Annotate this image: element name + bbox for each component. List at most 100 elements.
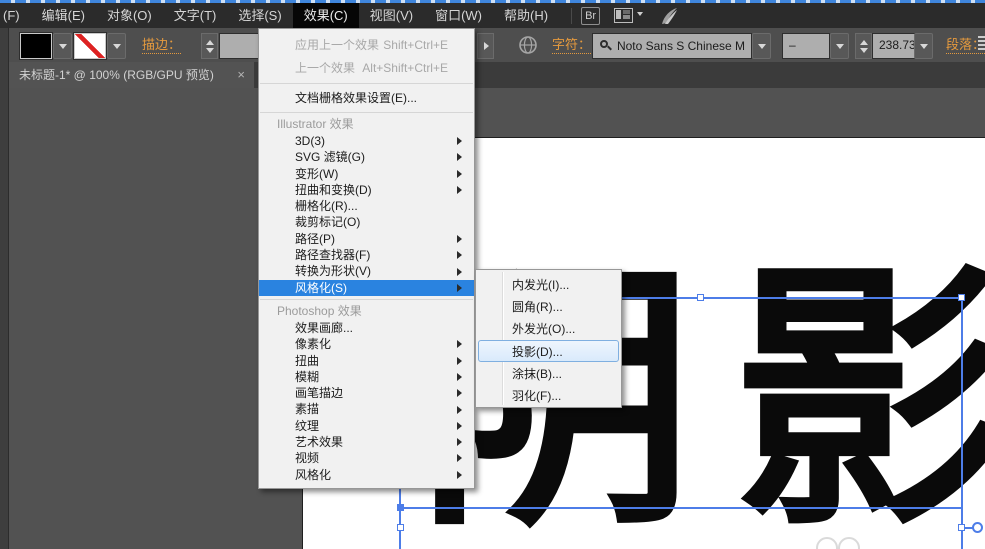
menu-window[interactable]: 窗口(W): [424, 3, 493, 28]
menu-item-stylize-ps[interactable]: 风格化: [259, 467, 474, 483]
text-anchor-point[interactable]: [397, 504, 404, 511]
fill-color-swatch[interactable]: [20, 33, 52, 59]
menu-effect[interactable]: 效果(C): [293, 3, 359, 28]
menu-help[interactable]: 帮助(H): [493, 3, 559, 28]
font-size-dropdown[interactable]: [914, 33, 933, 59]
submenu-arrow-icon: [457, 471, 466, 479]
stroke-color-swatch[interactable]: [74, 33, 106, 59]
stroke-weight-stepper[interactable]: [201, 33, 218, 59]
workspace-icon: [614, 8, 633, 23]
font-size-stepper[interactable]: [855, 33, 872, 59]
menu-item-3d[interactable]: 3D(3): [259, 133, 474, 149]
menu-view[interactable]: 视图(V): [359, 3, 424, 28]
menu-separator: [260, 112, 473, 113]
menu-item-apply-last-effect: 应用上一个效果 Shift+Ctrl+E: [259, 34, 474, 57]
menu-item-texture[interactable]: 纹理: [259, 418, 474, 434]
bridge-button[interactable]: Br: [581, 7, 600, 25]
font-style-field[interactable]: –: [782, 33, 830, 59]
chevron-down-icon: [758, 44, 766, 53]
effect-menu-panel: 应用上一个效果 Shift+Ctrl+E 上一个效果 Alt+Shift+Ctr…: [258, 28, 475, 489]
menubar: (F) 编辑(E) 对象(O) 文字(T) 选择(S) 效果(C) 视图(V) …: [0, 3, 985, 28]
menu-item-artistic[interactable]: 艺术效果: [259, 434, 474, 450]
close-icon[interactable]: ×: [237, 62, 245, 88]
stylize-submenu-panel: 内发光(I)... 圆角(R)... 外发光(O)... 投影(D)... 涂抹…: [475, 269, 622, 408]
submenu-arrow-icon: [457, 137, 466, 145]
selection-handle-top-mid[interactable]: [697, 294, 704, 301]
shortcut: Alt+Shift+Ctrl+E: [362, 57, 448, 80]
selection-handle-left[interactable]: [397, 524, 404, 531]
menu-item-crop-marks[interactable]: 裁剪标记(O): [259, 214, 474, 230]
submenu-item-scribble[interactable]: 涂抹(B)...: [478, 362, 619, 384]
menu-item-rasterize[interactable]: 栅格化(R)...: [259, 198, 474, 214]
submenu-arrow-icon: [457, 186, 466, 194]
text-baseline: [400, 507, 962, 509]
menu-group-illustrator-effects: Illustrator 效果: [259, 116, 474, 133]
menu-file[interactable]: (F): [0, 3, 31, 28]
menu-item-path[interactable]: 路径(P): [259, 231, 474, 247]
selection-handle-right[interactable]: [958, 524, 965, 531]
menubar-divider: [571, 8, 572, 24]
stepper-up-icon: [860, 36, 868, 45]
menu-item-convert-to-shape[interactable]: 转换为形状(V): [259, 263, 474, 279]
font-family-field[interactable]: Noto Sans S Chinese M: [592, 33, 752, 59]
shortcut: Shift+Ctrl+E: [383, 34, 448, 57]
stroke-dropdown-button[interactable]: [107, 33, 126, 59]
chevron-right-icon: [484, 42, 493, 50]
menu-item-sketch[interactable]: 素描: [259, 401, 474, 417]
menu-edit[interactable]: 编辑(E): [31, 3, 96, 28]
menu-item-document-raster-settings[interactable]: 文档栅格效果设置(E)...: [259, 87, 474, 109]
globe-icon[interactable]: [518, 33, 538, 57]
menu-group-photoshop-effects: Photoshop 效果: [259, 303, 474, 320]
stroke-weight-label[interactable]: 描边：: [142, 37, 181, 54]
character-panel-label[interactable]: 字符：: [552, 37, 591, 54]
align-left-icon[interactable]: [978, 36, 985, 50]
text-out-port[interactable]: [972, 522, 983, 533]
menu-type[interactable]: 文字(T): [163, 3, 228, 28]
menu-item-video[interactable]: 视频: [259, 450, 474, 466]
submenu-arrow-icon: [457, 406, 466, 414]
chevron-down-icon: [59, 44, 67, 53]
submenu-item-inner-glow[interactable]: 内发光(I)...: [478, 273, 619, 295]
submenu-item-round-corners[interactable]: 圆角(R)...: [478, 295, 619, 317]
submenu-arrow-icon: [457, 438, 466, 446]
stepper-down-icon: [860, 48, 868, 57]
submenu-item-feather[interactable]: 羽化(F)...: [478, 384, 619, 406]
menu-select[interactable]: 选择(S): [227, 3, 292, 28]
menu-item-distort[interactable]: 扭曲: [259, 353, 474, 369]
submenu-arrow-icon: [457, 340, 466, 348]
panel-overflow-button[interactable]: [477, 33, 494, 59]
tools-panel-edge: [0, 28, 9, 549]
selection-handle-top-right[interactable]: [958, 294, 965, 301]
menu-item-pixelate[interactable]: 像素化: [259, 336, 474, 352]
submenu-arrow-icon: [457, 268, 466, 276]
chevron-down-icon: [113, 44, 121, 53]
submenu-item-drop-shadow[interactable]: 投影(D)...: [478, 340, 619, 362]
document-tab[interactable]: 未标题-1* @ 100% (RGB/GPU 预览) ×: [8, 62, 254, 88]
menu-item-blur[interactable]: 模糊: [259, 369, 474, 385]
submenu-arrow-icon: [457, 284, 466, 292]
stepper-up-icon: [206, 36, 214, 45]
submenu-arrow-icon: [457, 357, 466, 365]
menu-item-pathfinder[interactable]: 路径查找器(F): [259, 247, 474, 263]
chevron-down-icon: [836, 44, 844, 53]
chevron-down-icon: [920, 44, 928, 53]
menu-item-brush-strokes[interactable]: 画笔描边: [259, 385, 474, 401]
menu-item-distort-transform[interactable]: 扭曲和变换(D): [259, 182, 474, 198]
menu-object[interactable]: 对象(O): [96, 3, 163, 28]
feather-icon[interactable]: [659, 7, 679, 25]
menu-item-stylize[interactable]: 风格化(S): [259, 280, 474, 296]
fill-dropdown-button[interactable]: [53, 33, 72, 59]
font-style-dropdown[interactable]: [830, 33, 849, 59]
submenu-arrow-icon: [457, 389, 466, 397]
menu-item-warp[interactable]: 变形(W): [259, 166, 474, 182]
document-tab-title: 未标题-1* @ 100% (RGB/GPU 预览): [19, 68, 214, 82]
document-tabbar: 未标题-1* @ 100% (RGB/GPU 预览) ×: [0, 62, 985, 88]
submenu-item-outer-glow[interactable]: 外发光(O)...: [478, 317, 619, 339]
menu-item-svg-filters[interactable]: SVG 滤镜(G): [259, 149, 474, 165]
search-icon: [599, 39, 613, 53]
menu-separator: [260, 299, 473, 300]
menu-item-effect-gallery[interactable]: 效果画廊...: [259, 320, 474, 336]
font-family-dropdown[interactable]: [752, 33, 771, 59]
menu-separator: [260, 83, 473, 84]
workspace-switcher[interactable]: [614, 8, 643, 23]
